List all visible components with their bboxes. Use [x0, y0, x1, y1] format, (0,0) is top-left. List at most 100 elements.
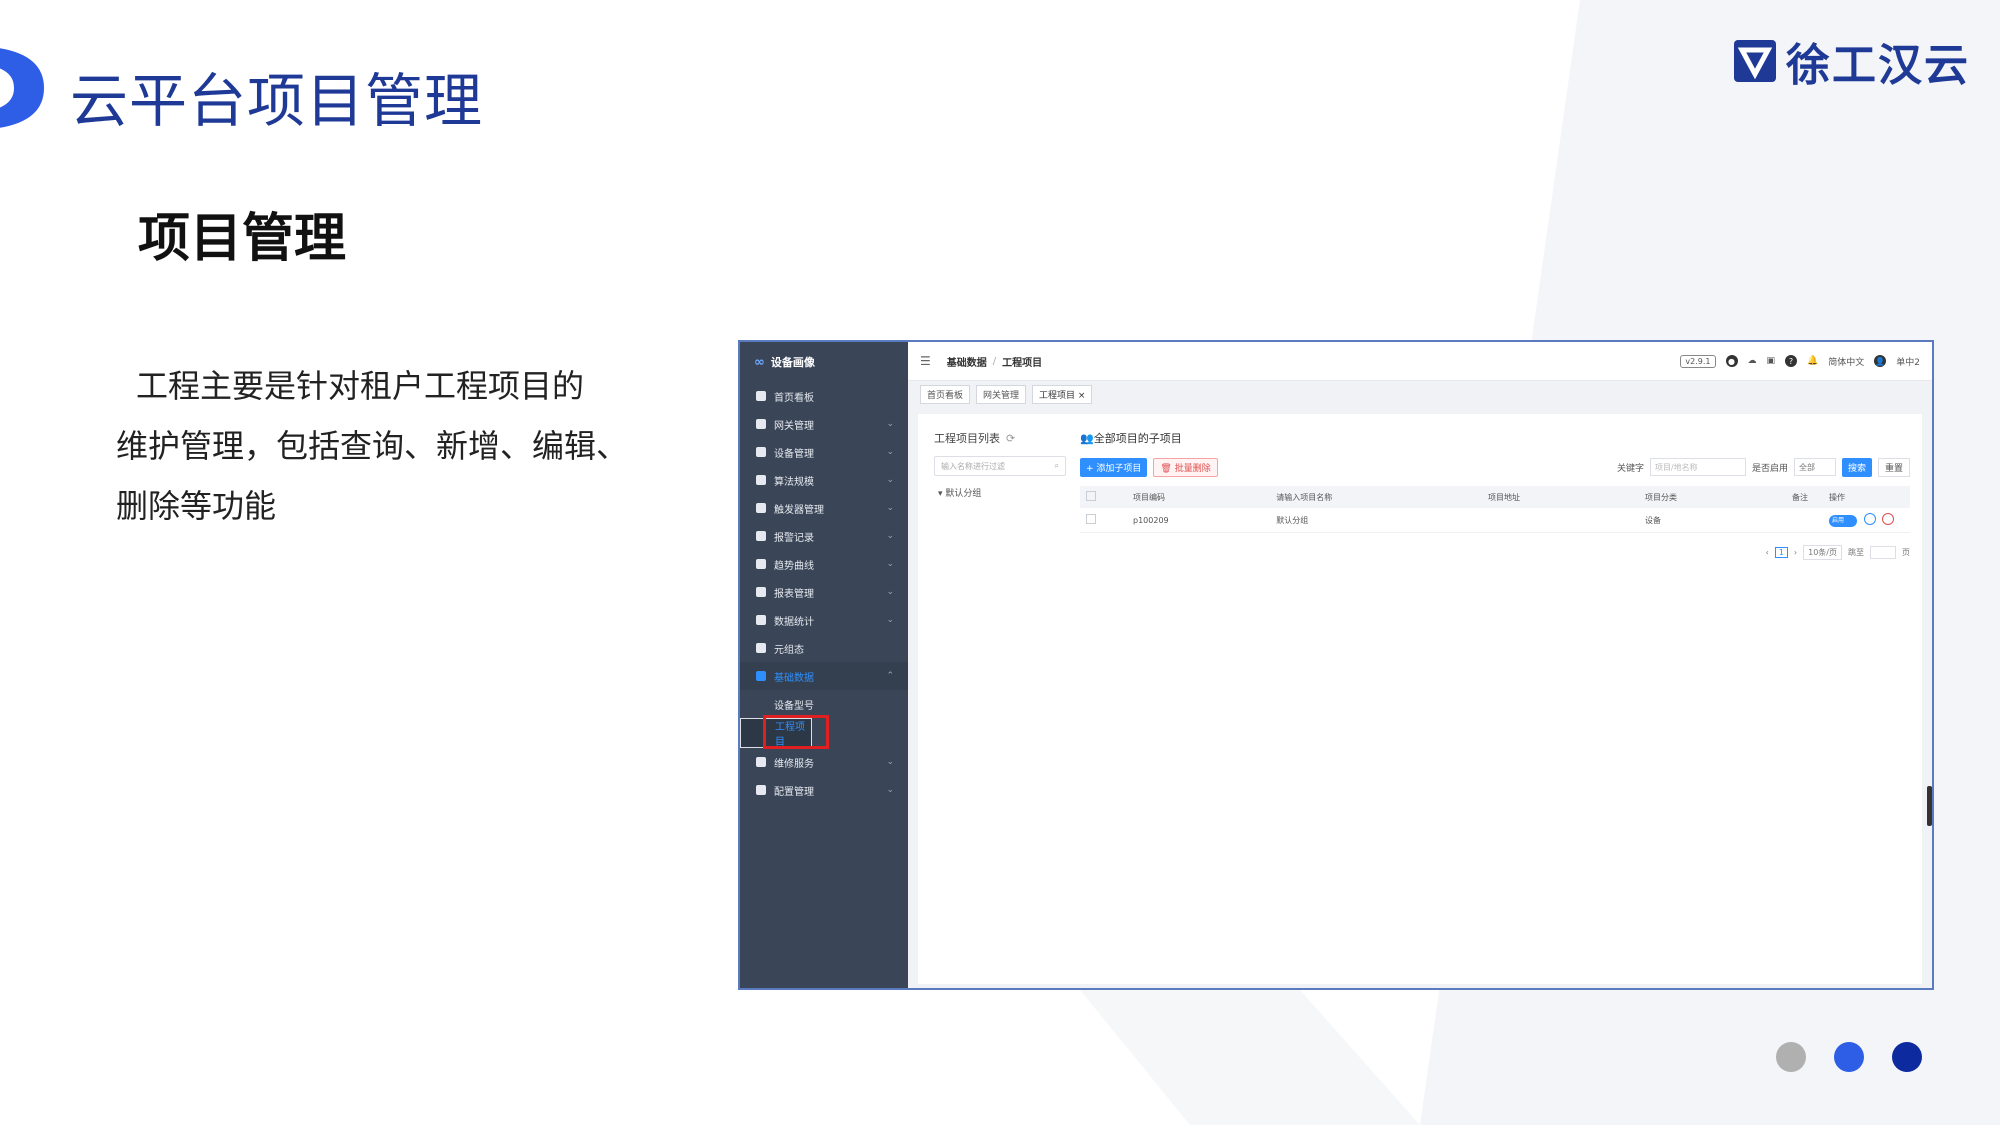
batch-delete-label: 批量删除 — [1174, 463, 1211, 474]
search-button[interactable]: 搜索 — [1841, 457, 1872, 477]
sidebar-item[interactable]: 触发器管理 ⌄ — [740, 494, 908, 522]
sidebar-item[interactable]: 基础数据 ⌃ — [740, 662, 908, 690]
infinity-logo-icon: ∞ — [754, 354, 765, 370]
dashboard-icon — [756, 391, 766, 401]
chevron-icon: ⌄ — [886, 531, 894, 541]
avatar[interactable]: 👤 — [1874, 355, 1887, 367]
cell-category: 设备 — [1639, 508, 1786, 533]
tree-node[interactable]: ▾ 默认分组 — [934, 486, 1066, 499]
sidebar-item[interactable]: 数据统计 ⌄ — [740, 606, 908, 634]
sidebar-subitem[interactable]: 工程项目 — [740, 715, 829, 749]
chart-icon — [756, 559, 766, 569]
username[interactable]: 单中2 — [1896, 355, 1920, 368]
sidebar-item[interactable]: 首页看板 — [740, 382, 908, 410]
cell-name: 默认分组 — [1270, 508, 1482, 533]
sidebar-item-label: 触发器管理 — [774, 504, 824, 516]
data-icon — [756, 671, 766, 681]
trash-icon: 🗑 — [1160, 463, 1172, 474]
report-icon — [756, 587, 766, 597]
enable-toggle[interactable]: 启用 — [1829, 514, 1857, 527]
sidebar-item[interactable]: 算法规模 ⌄ — [740, 466, 908, 494]
refresh-icon[interactable]: ⟳ — [1006, 432, 1015, 445]
breadcrumb-item[interactable]: 基础数据 — [947, 354, 987, 369]
select-all-checkbox[interactable] — [1086, 491, 1096, 501]
top-bar: ☰ 基础数据 / 工程项目 v2.9.1 ● ☁ ▣ ? 🔔 简体中文 👤 单中… — [908, 342, 1932, 381]
goto-input[interactable] — [1870, 546, 1896, 559]
chevron-icon: ⌄ — [886, 785, 894, 795]
description: 工程主要是针对租户工程项目的 维护管理，包括查询、新增、编辑、 删除等功能 — [116, 356, 676, 536]
chevron-icon: ⌄ — [886, 475, 894, 485]
row-checkbox[interactable] — [1086, 514, 1096, 524]
chevron-icon: ⌄ — [886, 757, 894, 767]
bell-icon[interactable]: 🔔 — [1807, 356, 1818, 366]
sidebar-item[interactable]: 元组态 — [740, 634, 908, 662]
edit-icon[interactable] — [1863, 513, 1876, 526]
enabled-select[interactable]: 全部 — [1793, 458, 1836, 476]
reset-button[interactable]: 重置 — [1877, 457, 1910, 477]
pager-dot — [1834, 1042, 1864, 1072]
description-line: 维护管理，包括查询、新增、编辑、 — [116, 427, 629, 465]
sidebar-item-label: 报表管理 — [774, 588, 814, 600]
page-number[interactable]: 1 — [1774, 547, 1788, 558]
cell-remark — [1786, 508, 1823, 533]
col-header: 项目地址 — [1482, 486, 1639, 508]
brand-logo: 徐工汉云 — [1732, 36, 1970, 91]
sidebar: ∞ 设备画像 首页看板 网关管理 ⌄ 设备管理 ⌄ 算法规模 ⌄ 触发器管理 ⌄ 报警记录 ⌄ 趋势曲… — [740, 342, 908, 988]
batch-delete-button[interactable]: 🗑 批量删除 — [1153, 457, 1218, 477]
chevron-icon: ⌄ — [886, 559, 894, 569]
sidebar-item[interactable]: 配置管理 ⌄ — [740, 776, 908, 804]
fullscreen-icon[interactable]: ▣ — [1767, 356, 1776, 366]
tab-gateway[interactable]: 网关管理 — [976, 384, 1027, 404]
sidebar-subitem-label: 设备型号 — [774, 700, 814, 712]
col-header: 项目编码 — [1127, 486, 1271, 508]
col-header: 操作 — [1823, 486, 1910, 508]
cell-code: p100209 — [1127, 508, 1271, 533]
next-page-icon[interactable]: › — [1794, 548, 1797, 557]
sidebar-item[interactable]: 网关管理 ⌄ — [740, 410, 908, 438]
alarm-icon — [756, 531, 766, 541]
tab-bar: 首页看板 网关管理 工程项目 × — [908, 380, 1932, 408]
chevron-icon: ⌄ — [886, 615, 894, 625]
tab-projects[interactable]: 工程项目 × — [1032, 384, 1093, 404]
project-tree-panel: 工程项目列表 ⟳ 输入名称进行过滤 ⌕ ▾ 默认分组 — [934, 430, 1066, 499]
sidebar-subitem[interactable]: 设备型号 — [740, 690, 908, 718]
scrollbar[interactable] — [1927, 786, 1932, 826]
sidebar-item[interactable]: 趋势曲线 ⌄ — [740, 550, 908, 578]
breadcrumb-current: 工程项目 — [1002, 357, 1043, 369]
github-icon[interactable]: ● — [1725, 355, 1738, 367]
breadcrumb-separator: / — [992, 355, 997, 367]
breadcrumb: 基础数据 / 工程项目 — [947, 354, 1042, 369]
sidebar-item[interactable]: 报表管理 ⌄ — [740, 578, 908, 606]
sidebar-item-label: 算法规模 — [774, 476, 814, 488]
col-header: 项目分类 — [1639, 486, 1786, 508]
sidebar-item-label: 趋势曲线 — [774, 560, 814, 572]
device-icon — [756, 447, 766, 457]
tree-filter-input[interactable]: 输入名称进行过滤 ⌕ — [934, 456, 1066, 476]
delete-icon[interactable] — [1882, 513, 1895, 526]
sidebar-item-label: 配置管理 — [774, 786, 814, 798]
cloud-icon[interactable]: ☁ — [1748, 356, 1757, 366]
sidebar-item[interactable]: 设备管理 ⌄ — [740, 438, 908, 466]
main-content: 工程项目列表 ⟳ 输入名称进行过滤 ⌕ ▾ 默认分组 👥全部项目的子项目 + 添… — [918, 414, 1922, 984]
add-subproject-button[interactable]: + 添加子项目 — [1080, 457, 1148, 477]
page-size-select[interactable]: 10条/页 — [1803, 545, 1842, 560]
language-select[interactable]: 简体中文 — [1828, 355, 1864, 368]
chevron-icon: ⌄ — [886, 587, 894, 597]
keyword-input[interactable]: 项目/地名称 — [1649, 458, 1746, 476]
table-header: 项目编码 请输入项目名称 项目地址 项目分类 备注 操作 — [1080, 486, 1910, 508]
tab-dashboard[interactable]: 首页看板 — [920, 384, 971, 404]
sidebar-item[interactable]: 报警记录 ⌄ — [740, 522, 908, 550]
row-select-cell[interactable] — [1080, 508, 1127, 533]
sidebar-item-label: 首页看板 — [774, 392, 814, 404]
chevron-icon: ⌄ — [886, 447, 894, 457]
sidebar-item-label: 报警记录 — [774, 532, 814, 544]
pager-dot — [1776, 1042, 1806, 1072]
prev-page-icon[interactable]: ‹ — [1766, 548, 1769, 557]
menu-toggle-icon[interactable]: ☰ — [920, 354, 931, 368]
select-all-cell[interactable] — [1080, 486, 1127, 508]
sidebar-item[interactable]: 维修服务 ⌄ — [740, 748, 908, 776]
trigger-icon — [756, 503, 766, 513]
title-accent-shape — [0, 48, 44, 128]
help-icon[interactable]: ? — [1785, 355, 1798, 367]
config-icon — [756, 785, 766, 795]
